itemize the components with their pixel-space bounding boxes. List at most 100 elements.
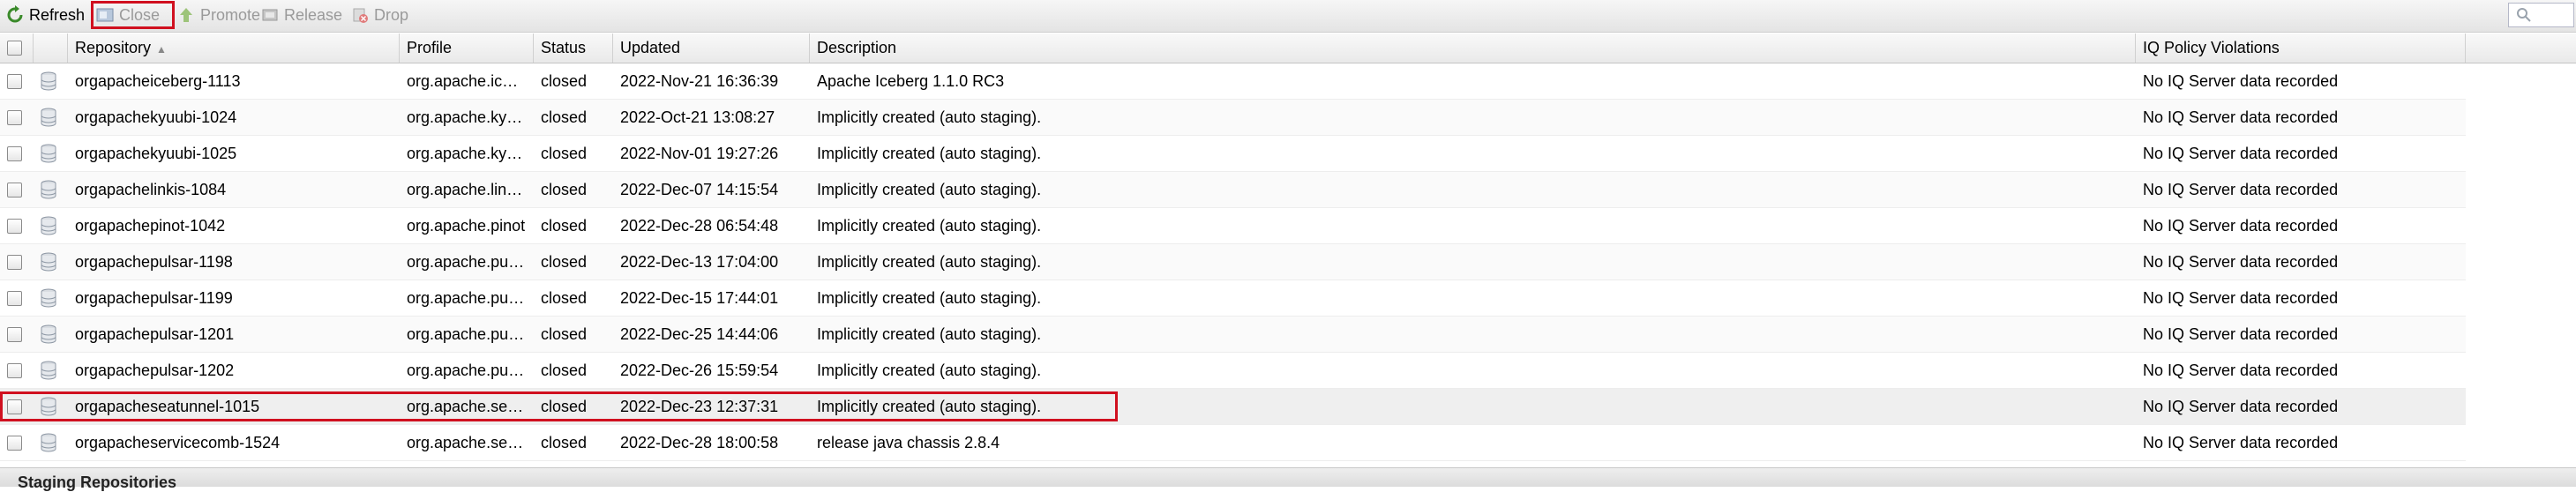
table-row[interactable]: orgapachepulsar-1198 org.apache.pu… closed… <box>0 244 2466 280</box>
repository-database-icon <box>41 71 56 91</box>
row-checkbox[interactable] <box>7 146 22 161</box>
cell-profile: org.apache.pu… <box>407 362 525 379</box>
row-checkbox[interactable] <box>7 219 22 234</box>
cell-iq: No IQ Server data recorded <box>2143 72 2339 90</box>
cell-iq: No IQ Server data recorded <box>2143 289 2339 307</box>
column-header-profile[interactable]: Profile <box>400 34 534 63</box>
row-checkbox[interactable] <box>7 110 22 125</box>
refresh-label: Refresh <box>29 5 86 24</box>
cell-iq: No IQ Server data recorded <box>2143 145 2339 162</box>
cell-status: closed <box>541 325 588 343</box>
refresh-icon <box>7 5 23 23</box>
cell-repository: orgapachepulsar-1202 <box>75 362 235 379</box>
promote-label: Promote <box>200 5 261 24</box>
cell-updated: 2022-Dec-25 14:44:06 <box>620 325 779 343</box>
cell-iq: No IQ Server data recorded <box>2143 217 2339 235</box>
row-checkbox[interactable] <box>7 327 22 342</box>
cell-description: Implicitly created (auto staging). <box>817 253 1042 271</box>
selected-row-highlight-box <box>0 391 1118 421</box>
cell-description: Apache Iceberg 1.1.0 RC3 <box>817 72 1005 90</box>
cell-profile: org.apache.ky… <box>407 145 523 162</box>
table-row[interactable]: orgapachepulsar-1199 org.apache.pu… closed… <box>0 280 2466 317</box>
table-row[interactable]: orgapacheservicecomb-1524 org.apache.se… c… <box>0 425 2466 461</box>
table-row[interactable]: orgapachelinkis-1084 org.apache.lin… close… <box>0 172 2466 208</box>
table-row[interactable]: orgapachepulsar-1202 org.apache.pu… closed… <box>0 353 2466 389</box>
cell-updated: 2022-Dec-28 06:54:48 <box>620 217 779 235</box>
cell-profile: org.apache.ky… <box>407 108 523 126</box>
promote-button[interactable]: Promote <box>176 3 260 27</box>
cell-description: Implicitly created (auto staging). <box>817 145 1042 162</box>
cell-status: closed <box>541 72 588 90</box>
repository-header-label: Repository <box>75 39 152 56</box>
cell-updated: 2022-Dec-28 18:00:58 <box>620 434 779 451</box>
row-checkbox[interactable] <box>7 436 22 451</box>
select-all-cell[interactable] <box>0 34 34 63</box>
table-row[interactable]: orgapachepulsar-1201 org.apache.pu… closed… <box>0 317 2466 353</box>
cell-profile: org.apache.pu… <box>407 289 525 307</box>
cell-updated: 2022-Dec-13 17:04:00 <box>620 253 779 271</box>
cell-iq: No IQ Server data recorded <box>2143 434 2339 451</box>
row-checkbox[interactable] <box>7 74 22 89</box>
staging-footer-panel: Staging Repositories <box>0 467 2576 491</box>
cell-updated: 2022-Dec-07 14:15:54 <box>620 181 779 198</box>
table-row[interactable]: orgapachekyuubi-1025 org.apache.ky… closed… <box>0 136 2466 172</box>
repository-database-icon <box>41 180 56 199</box>
cell-iq: No IQ Server data recorded <box>2143 181 2339 198</box>
cell-iq: No IQ Server data recorded <box>2143 362 2339 379</box>
drop-icon <box>353 8 368 23</box>
cell-repository: orgapacheiceberg-1113 <box>75 72 241 90</box>
column-header-repository[interactable]: Repository ▲ <box>68 34 400 63</box>
toolbar: Refresh Close Promote Release Drop <box>0 0 2576 33</box>
cell-description: Implicitly created (auto staging). <box>817 289 1042 307</box>
repository-database-icon <box>41 108 56 127</box>
cell-status: closed <box>541 289 588 307</box>
row-checkbox[interactable] <box>7 183 22 198</box>
repository-database-icon <box>41 288 56 308</box>
table-row[interactable]: orgapacheiceberg-1113 org.apache.ic… close… <box>0 63 2466 100</box>
sort-ascending-icon: ▲ <box>156 43 167 56</box>
cell-status: closed <box>541 253 588 271</box>
cell-status: closed <box>541 434 588 451</box>
cell-profile: org.apache.ic… <box>407 72 519 90</box>
search-icon <box>2517 8 2531 22</box>
cell-repository: orgapachepulsar-1201 <box>75 325 235 343</box>
table-row[interactable]: orgapachepinot-1042 org.apache.pinot close… <box>0 208 2466 244</box>
search-input[interactable] <box>2508 3 2574 27</box>
icon-column-header <box>34 34 68 63</box>
row-checkbox[interactable] <box>7 363 22 378</box>
description-header-label: Description <box>817 39 897 56</box>
release-icon <box>262 9 278 21</box>
repository-database-icon <box>41 361 56 380</box>
cell-iq: No IQ Server data recorded <box>2143 325 2339 343</box>
column-header-description[interactable]: Description <box>810 34 2136 63</box>
status-header-label: Status <box>541 39 587 56</box>
cell-updated: 2022-Dec-15 17:44:01 <box>620 289 779 307</box>
select-all-checkbox[interactable] <box>7 41 22 56</box>
cell-repository: orgapachekyuubi-1025 <box>75 145 237 162</box>
cell-profile: org.apache.pu… <box>407 253 525 271</box>
refresh-button[interactable]: Refresh <box>5 3 85 27</box>
cell-description: Implicitly created (auto staging). <box>817 217 1042 235</box>
row-checkbox[interactable] <box>7 255 22 270</box>
profile-header-label: Profile <box>407 39 453 56</box>
cell-updated: 2022-Nov-01 19:27:26 <box>620 145 779 162</box>
cell-updated: 2022-Nov-21 16:36:39 <box>620 72 779 90</box>
column-header-updated[interactable]: Updated <box>613 34 810 63</box>
cell-repository: orgapachepulsar-1199 <box>75 289 233 307</box>
drop-button[interactable]: Drop <box>350 3 408 27</box>
release-button[interactable]: Release <box>260 3 342 27</box>
cell-status: closed <box>541 181 588 198</box>
column-header-iq-policy[interactable]: IQ Policy Violations <box>2136 34 2466 63</box>
column-header-status[interactable]: Status <box>534 34 613 63</box>
cell-profile: org.apache.pu… <box>407 325 525 343</box>
release-label: Release <box>284 5 343 24</box>
cell-description: Implicitly created (auto staging). <box>817 325 1042 343</box>
row-checkbox[interactable] <box>7 291 22 306</box>
repository-database-icon <box>41 433 56 452</box>
cell-iq: No IQ Server data recorded <box>2143 253 2339 271</box>
cell-status: closed <box>541 108 588 126</box>
repository-database-icon <box>41 216 56 235</box>
table-row[interactable]: orgapachekyuubi-1024 org.apache.ky… closed… <box>0 100 2466 136</box>
repository-database-icon <box>41 324 56 344</box>
cell-profile: org.apache.pinot <box>407 217 526 235</box>
